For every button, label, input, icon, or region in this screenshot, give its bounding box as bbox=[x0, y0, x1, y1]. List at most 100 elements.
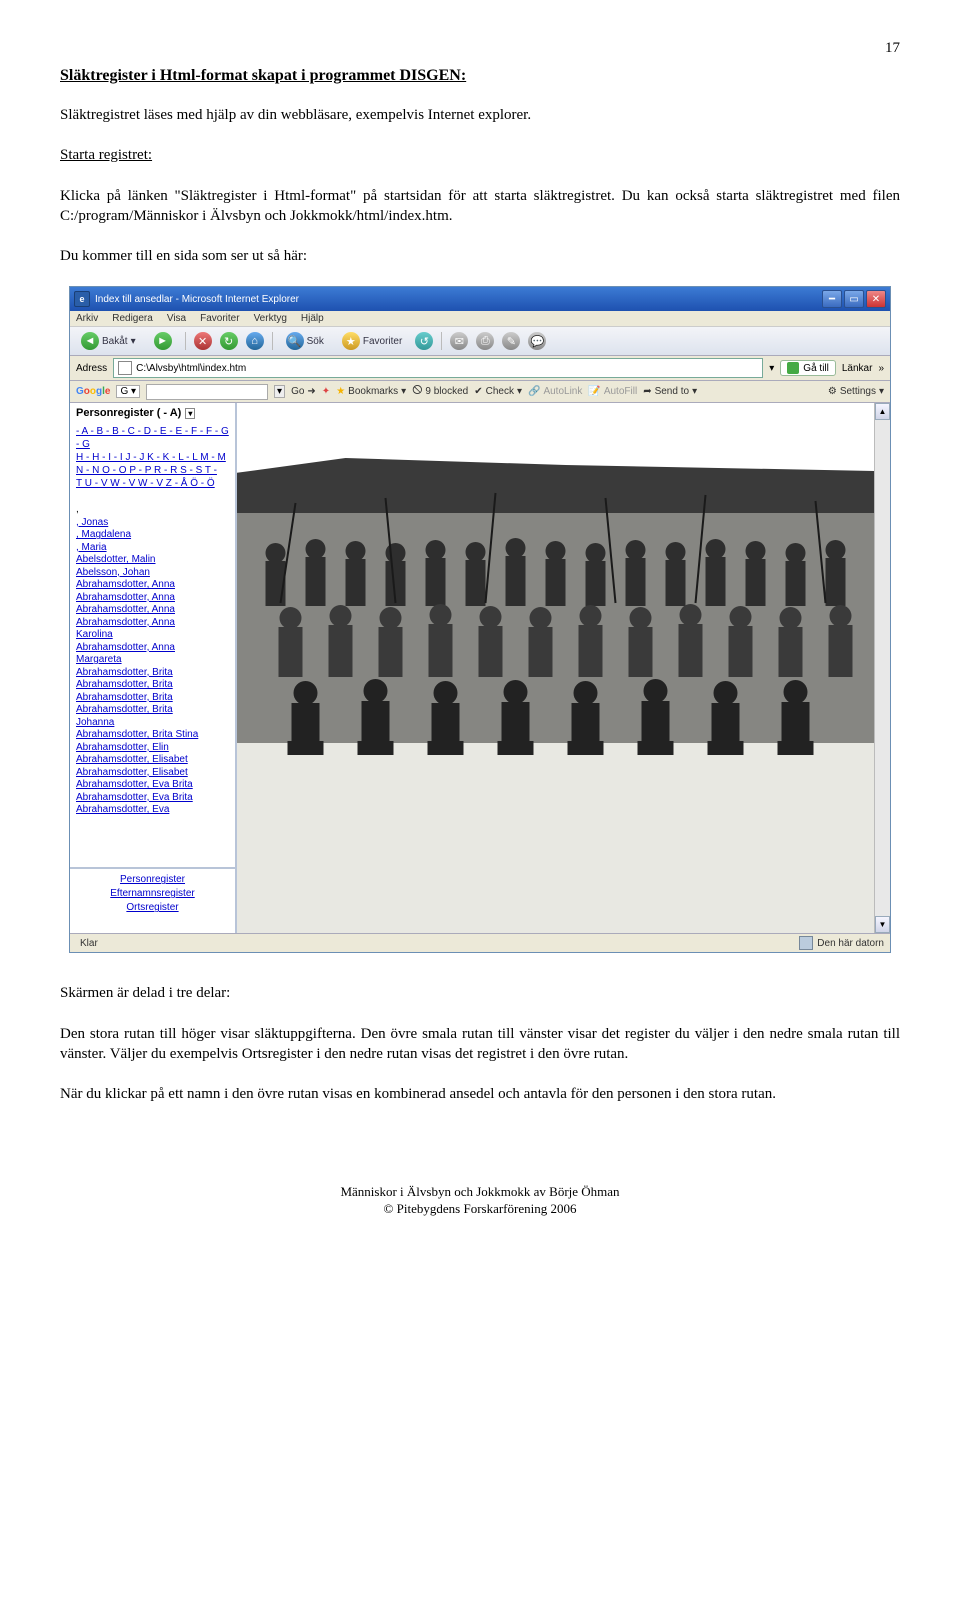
settings-button[interactable]: ⚙ Settings▾ bbox=[828, 386, 884, 397]
upper-left-frame[interactable]: Personregister ( - A) ▾ - A - B - B - C … bbox=[70, 403, 235, 867]
maximize-button[interactable]: ▭ bbox=[844, 290, 864, 308]
go-button[interactable]: Gå till bbox=[780, 360, 836, 376]
list-item[interactable]: Abrahamsdotter, Anna bbox=[76, 592, 229, 605]
computer-icon bbox=[799, 936, 813, 950]
link-efternamnsregister[interactable]: Efternamnsregister bbox=[76, 887, 229, 901]
go-label: Gå till bbox=[803, 363, 829, 374]
starta-registret-heading: Starta registret: bbox=[60, 145, 900, 165]
list-item[interactable]: Abrahamsdotter, Elisabet bbox=[76, 754, 229, 767]
back-label: Bakåt bbox=[102, 336, 128, 347]
list-item[interactable]: Abrahamsdotter, Anna bbox=[76, 579, 229, 592]
menu-favoriter[interactable]: Favoriter bbox=[200, 313, 239, 324]
content-area: Personregister ( - A) ▾ - A - B - B - C … bbox=[70, 403, 890, 933]
google-new-icon[interactable]: ✦ bbox=[322, 386, 330, 397]
scroll-down-button[interactable]: ▼ bbox=[875, 916, 890, 933]
address-dropdown-icon[interactable]: ▾ bbox=[769, 363, 774, 374]
search-icon: 🔍 bbox=[286, 332, 304, 350]
list-item[interactable]: Abrahamsdotter, Brita bbox=[76, 679, 229, 692]
footer-line-2: © Pitebygdens Forskarförening 2006 bbox=[60, 1201, 900, 1218]
list-item[interactable]: Abrahamsdotter, Brita bbox=[76, 667, 229, 680]
window-title: Index till ansedlar - Microsoft Internet… bbox=[95, 294, 299, 305]
after-paragraph-3: När du klickar på ett namn i den övre ru… bbox=[60, 1084, 900, 1104]
edit-icon[interactable]: ✎ bbox=[502, 332, 520, 350]
list-item[interactable]: Abrahamsdotter, Eva Brita bbox=[76, 792, 229, 805]
group-photo bbox=[237, 403, 874, 933]
link-ortsregister[interactable]: Ortsregister bbox=[76, 901, 229, 915]
links-label[interactable]: Länkar bbox=[842, 363, 873, 374]
menu-hjalp[interactable]: Hjälp bbox=[301, 313, 324, 324]
forward-button[interactable]: ► bbox=[149, 330, 177, 352]
back-icon: ◄ bbox=[81, 332, 99, 350]
footer-line-1: Människor i Älvsbyn och Jokkmokk av Börj… bbox=[60, 1184, 900, 1201]
list-item[interactable]: Abrahamsdotter, Eva bbox=[76, 804, 229, 817]
lower-left-frame: Personregister Efternamnsregister Ortsre… bbox=[70, 867, 235, 933]
links-chevron-icon[interactable]: » bbox=[878, 363, 884, 374]
sendto-button[interactable]: ➦ Send to▾ bbox=[643, 386, 697, 397]
separator bbox=[185, 332, 186, 350]
left-frames: Personregister ( - A) ▾ - A - B - B - C … bbox=[70, 403, 237, 933]
list-item[interactable]: Johanna bbox=[76, 717, 229, 730]
menu-arkiv[interactable]: Arkiv bbox=[76, 313, 98, 324]
alpha-index[interactable]: - A - B - B - C - D - E - E - F - F - G … bbox=[76, 425, 229, 490]
stop-icon[interactable]: ✕ bbox=[194, 332, 212, 350]
page-number: 17 bbox=[60, 40, 900, 57]
mail-icon[interactable]: ✉ bbox=[450, 332, 468, 350]
address-input[interactable]: C:\Alvsby\html\index.htm bbox=[113, 358, 763, 378]
forward-icon: ► bbox=[154, 332, 172, 350]
status-bar: Klar Den här datorn bbox=[70, 933, 890, 952]
search-button[interactable]: 🔍 Sök bbox=[281, 330, 329, 352]
list-item[interactable]: Abrahamsdotter, Elisabet bbox=[76, 767, 229, 780]
google-go-button[interactable]: Go ➜ bbox=[291, 386, 316, 397]
check-button[interactable]: ✔ Check▾ bbox=[474, 386, 522, 397]
list-item[interactable]: Abrahamsdotter, Elin bbox=[76, 742, 229, 755]
list-item[interactable]: Margareta bbox=[76, 654, 229, 667]
menu-verktyg[interactable]: Verktyg bbox=[254, 313, 287, 324]
list-item[interactable]: Abrahamsdotter, Anna bbox=[76, 642, 229, 655]
google-search-dropdown[interactable]: ▾ bbox=[274, 385, 285, 398]
link-personregister[interactable]: Personregister bbox=[76, 873, 229, 887]
list-item[interactable]: Abrahamsdotter, Brita bbox=[76, 692, 229, 705]
back-button[interactable]: ◄ Bakåt ▾ bbox=[76, 330, 141, 352]
minimize-button[interactable]: ━ bbox=[822, 290, 842, 308]
list-item[interactable]: , Magdalena bbox=[76, 529, 229, 542]
list-item[interactable]: , bbox=[76, 504, 229, 517]
scroll-up-button[interactable]: ▲ bbox=[875, 403, 890, 420]
address-bar-row: Adress C:\Alvsby\html\index.htm ▾ Gå til… bbox=[70, 356, 890, 381]
favorites-label: Favoriter bbox=[363, 336, 402, 347]
menu-visa[interactable]: Visa bbox=[167, 313, 186, 324]
list-item[interactable]: Abelsdotter, Malin bbox=[76, 554, 229, 567]
refresh-icon[interactable]: ↻ bbox=[220, 332, 238, 350]
autolink-button[interactable]: 🔗 AutoLink bbox=[528, 386, 582, 397]
menu-redigera[interactable]: Redigera bbox=[112, 313, 153, 324]
intro-paragraph-2: Klicka på länken "Släktregister i Html-f… bbox=[60, 186, 900, 227]
scroll-track[interactable] bbox=[875, 420, 890, 916]
history-icon[interactable]: ↺ bbox=[415, 332, 433, 350]
google-search-input[interactable] bbox=[146, 384, 268, 400]
google-logo[interactable]: Google bbox=[76, 386, 110, 397]
home-icon[interactable]: ⌂ bbox=[246, 332, 264, 350]
intro-paragraph-1: Släktregistret läses med hjälp av din we… bbox=[60, 105, 900, 125]
popup-blocked[interactable]: 🛇 9 blocked bbox=[412, 383, 468, 400]
close-button[interactable]: ✕ bbox=[866, 290, 886, 308]
vertical-scrollbar[interactable]: ▲ ▼ bbox=[874, 403, 890, 933]
list-item[interactable]: Abrahamsdotter, Brita Stina bbox=[76, 729, 229, 742]
footer: Människor i Älvsbyn och Jokkmokk av Börj… bbox=[60, 1184, 900, 1218]
list-item[interactable]: , Jonas bbox=[76, 517, 229, 530]
autofill-button[interactable]: 📝 AutoFill bbox=[588, 386, 637, 397]
favorites-button[interactable]: ★ Favoriter bbox=[337, 330, 407, 352]
list-item[interactable]: Abrahamsdotter, Anna bbox=[76, 604, 229, 617]
list-item[interactable]: Abrahamsdotter, Brita bbox=[76, 704, 229, 717]
list-item[interactable]: Abrahamsdotter, Eva Brita bbox=[76, 779, 229, 792]
browser-window: e Index till ansedlar - Microsoft Intern… bbox=[69, 286, 891, 953]
list-item[interactable]: , Maria bbox=[76, 542, 229, 555]
list-item[interactable]: Karolina bbox=[76, 629, 229, 642]
toolbar: ◄ Bakåt ▾ ► ✕ ↻ ⌂ 🔍 Sök ★ Favoriter ↺ ✉ … bbox=[70, 326, 890, 356]
dropdown-icon[interactable]: ▾ bbox=[185, 408, 195, 419]
list-item[interactable]: Abelsson, Johan bbox=[76, 567, 229, 580]
print-icon[interactable]: ⎙ bbox=[476, 332, 494, 350]
discuss-icon[interactable]: 💬 bbox=[528, 332, 546, 350]
intro-paragraph-3: Du kommer till en sida som ser ut så här… bbox=[60, 246, 900, 266]
google-g-button[interactable]: G ▾ bbox=[116, 385, 140, 398]
bookmarks-button[interactable]: ★Bookmarks▾ bbox=[336, 386, 406, 397]
list-item[interactable]: Abrahamsdotter, Anna bbox=[76, 617, 229, 630]
